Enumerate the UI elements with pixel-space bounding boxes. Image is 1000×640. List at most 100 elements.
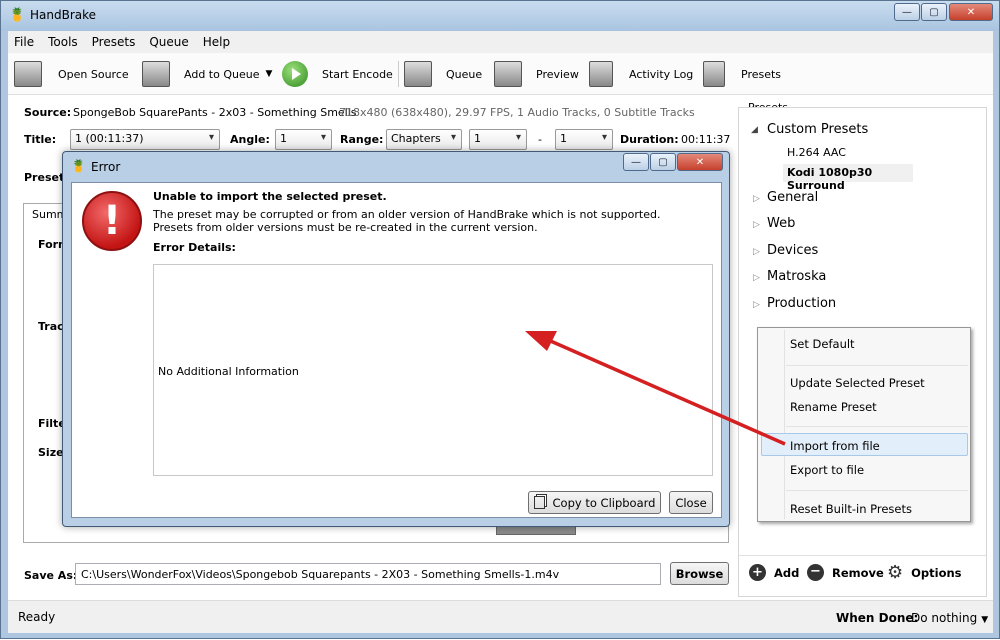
dialog-app-icon: 🍍	[71, 159, 86, 173]
copy-icon	[533, 496, 545, 509]
add-image-icon	[142, 61, 170, 87]
menu-help[interactable]: Help	[203, 35, 230, 49]
error-details-box[interactable]: No Additional Information	[153, 264, 713, 476]
toolbar-separator	[398, 61, 399, 87]
menu-separator	[786, 365, 968, 366]
collapsed-triangle-icon: ▷	[753, 194, 760, 204]
dialog-title: Error	[91, 160, 121, 174]
range-to-select[interactable]: 1	[555, 129, 613, 150]
preset-group-matroska[interactable]: Matroska	[767, 269, 826, 284]
error-line-2: Presets from older versions must be re-c…	[153, 221, 538, 234]
browse-button[interactable]: Browse	[670, 562, 729, 585]
error-dialog: 🍍 Error — ▢ ✕ ! Unable to import the sel…	[62, 151, 730, 527]
dialog-minimize-button[interactable]: —	[623, 153, 649, 171]
menu-separator	[786, 490, 968, 491]
menu-separator	[786, 426, 968, 427]
options-button[interactable]: ⚙ Options	[887, 562, 962, 583]
error-icon: !	[82, 191, 142, 251]
add-to-queue-button[interactable]: Add to Queue ▼	[142, 60, 272, 88]
save-as-label: Save As:	[24, 569, 78, 582]
activity-log-button[interactable]: Activity Log	[589, 60, 693, 88]
preview-icon	[494, 61, 522, 87]
error-details-text: No Additional Information	[158, 365, 299, 378]
expanded-triangle-icon: ◢	[751, 125, 758, 135]
preset-group-production[interactable]: Production	[767, 296, 836, 311]
preset-item-selected[interactable]: Kodi 1080p30 Surround	[783, 164, 913, 192]
range-dash: -	[538, 133, 542, 146]
when-done-label: When Done:	[836, 611, 919, 625]
minimize-button[interactable]: —	[894, 3, 920, 21]
menu-file[interactable]: File	[14, 35, 34, 49]
status-text: Ready	[18, 610, 56, 624]
menu-item-rename-preset[interactable]: Rename Preset	[790, 400, 877, 414]
log-icon	[589, 61, 613, 87]
collapsed-triangle-icon: ▷	[753, 247, 760, 257]
app-icon: 🍍	[9, 8, 26, 23]
remove-preset-button[interactable]: − Remove	[807, 564, 884, 581]
range-select[interactable]: Chapters	[386, 129, 462, 150]
maximize-button[interactable]: ▢	[921, 3, 947, 21]
dropdown-arrow-icon: ▼	[265, 69, 273, 79]
menu-gutter	[784, 330, 785, 519]
clapperboard-icon	[14, 61, 42, 87]
presets-divider	[739, 555, 986, 556]
queue-button[interactable]: Queue	[404, 60, 482, 88]
range-label: Range:	[340, 133, 384, 146]
collapsed-triangle-icon: ▷	[753, 300, 760, 310]
menu-tools[interactable]: Tools	[48, 35, 78, 49]
preset-group-custom[interactable]: Custom Presets	[767, 122, 868, 137]
toolbar: Open Source Add to Queue ▼ Start Encode …	[8, 53, 993, 95]
dialog-close-button[interactable]: ✕	[677, 153, 723, 171]
title-label: Title:	[24, 133, 57, 146]
collapsed-triangle-icon: ▷	[753, 220, 760, 230]
preset-group-web[interactable]: Web	[767, 216, 795, 231]
preview-button[interactable]: Preview	[494, 60, 579, 88]
start-encode-button[interactable]: Start Encode	[282, 60, 393, 88]
preset-item[interactable]: H.264 AAC	[787, 146, 846, 159]
collapsed-triangle-icon: ▷	[753, 273, 760, 283]
queue-icon	[404, 61, 432, 87]
close-button[interactable]: ✕	[949, 3, 993, 21]
menu-item-set-default[interactable]: Set Default	[790, 337, 855, 351]
menu-presets[interactable]: Presets	[92, 35, 136, 49]
preset-group-general[interactable]: General	[767, 190, 818, 205]
play-icon	[282, 61, 308, 87]
error-heading: Unable to import the selected preset.	[153, 190, 387, 203]
range-from-select[interactable]: 1	[469, 129, 527, 150]
add-preset-button[interactable]: + Add	[749, 564, 799, 581]
dialog-close-action-button[interactable]: Close	[669, 491, 713, 514]
chevron-down-icon: ▼	[981, 615, 989, 625]
source-label: Source:	[24, 106, 72, 119]
menu-bar: File Tools Presets Queue Help	[8, 31, 993, 53]
title-select[interactable]: 1 (00:11:37)	[70, 129, 220, 150]
dialog-body: ! Unable to import the selected preset. …	[71, 182, 722, 518]
preset-group-devices[interactable]: Devices	[767, 243, 818, 258]
error-details-label: Error Details:	[153, 241, 236, 254]
menu-item-reset-presets[interactable]: Reset Built-in Presets	[790, 502, 912, 516]
error-line-1: The preset may be corrupted or from an o…	[153, 208, 661, 221]
when-done-select[interactable]: Do nothing ▼	[911, 611, 988, 625]
open-source-button[interactable]: Open Source	[14, 60, 129, 88]
source-info: 718x480 (638x480), 29.97 FPS, 1 Audio Tr…	[339, 106, 695, 119]
title-bar[interactable]: 🍍 HandBrake — ▢ ✕	[1, 1, 999, 31]
gear-icon: ⚙	[887, 562, 904, 583]
presets-button[interactable]: Presets	[703, 60, 781, 88]
menu-item-update-preset[interactable]: Update Selected Preset	[790, 376, 925, 390]
menu-queue[interactable]: Queue	[149, 35, 188, 49]
presets-gear-icon	[703, 61, 725, 87]
dialog-maximize-button[interactable]: ▢	[650, 153, 676, 171]
window-title: HandBrake	[30, 8, 97, 22]
menu-item-export-to-file[interactable]: Export to file	[790, 463, 864, 477]
duration-label: Duration:	[620, 133, 679, 146]
save-as-path-input[interactable]: C:\Users\WonderFox\Videos\Spongebob Squa…	[75, 563, 661, 585]
source-name: SpongeBob SquarePants - 2x03 - Something…	[73, 106, 357, 119]
copy-to-clipboard-button[interactable]: Copy to Clipboard	[528, 491, 661, 514]
minus-circle-icon: −	[807, 564, 824, 581]
plus-circle-icon: +	[749, 564, 766, 581]
handbrake-window: 🍍 HandBrake — ▢ ✕ File Tools Presets Que…	[0, 0, 1000, 639]
menu-item-import-from-file[interactable]: Import from file	[790, 439, 880, 453]
duration-value: 00:11:37	[681, 133, 731, 146]
angle-label: Angle:	[230, 133, 270, 146]
preset-context-menu: Set Default Update Selected Preset Renam…	[757, 327, 971, 522]
angle-select[interactable]: 1	[275, 129, 332, 150]
